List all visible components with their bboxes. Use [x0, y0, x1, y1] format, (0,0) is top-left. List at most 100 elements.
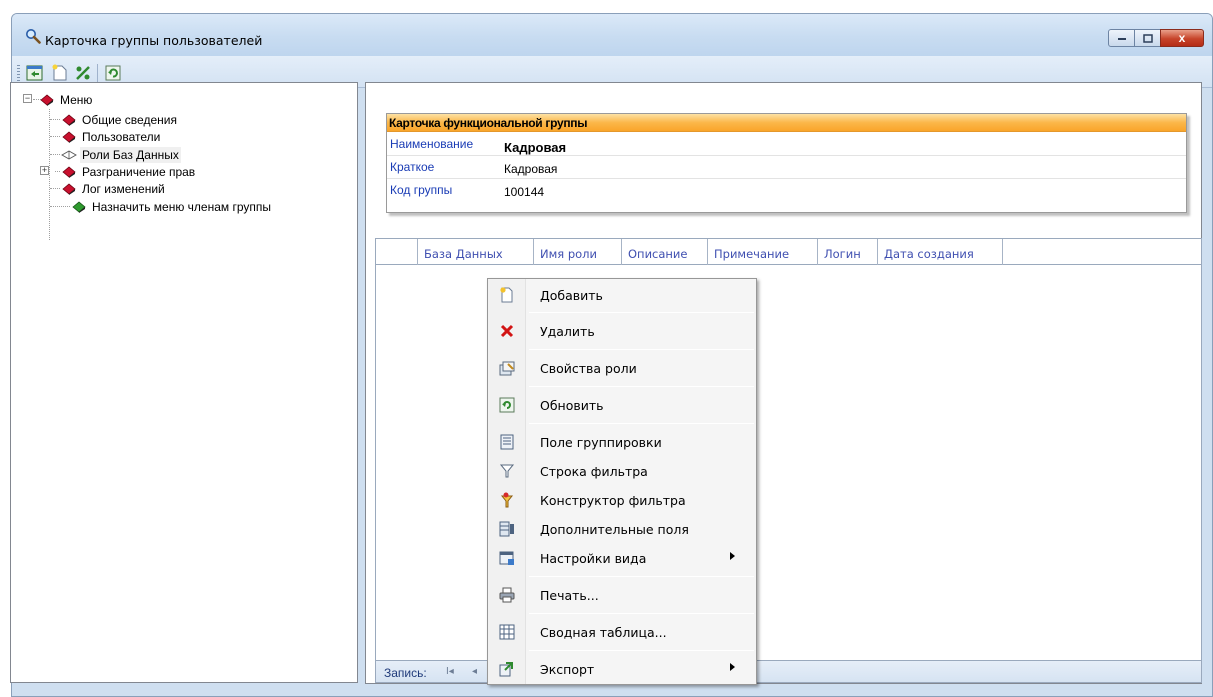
tree-item-label: Роли Баз Данных [80, 146, 181, 163]
tree-item-access-rights[interactable]: Разграничение прав [61, 163, 197, 180]
window-restore-icon[interactable] [26, 64, 44, 82]
tree-item-label: Разграничение прав [82, 164, 196, 179]
properties-icon [499, 361, 515, 376]
menu-item-label: Удалить [540, 324, 595, 339]
menu-item-export[interactable]: Экспорт [490, 656, 754, 682]
group-field-icon [500, 434, 514, 450]
grid-header: База Данных Имя роли Описание Примечание… [376, 239, 1201, 265]
menu-item-label: Печать... [540, 588, 599, 603]
column-header-note[interactable]: Примечание [708, 239, 818, 265]
tree-item-db-roles[interactable]: Роли Баз Данных [61, 146, 181, 163]
menu-item-label: Сводная таблица... [540, 625, 667, 640]
close-button[interactable]: x [1160, 29, 1204, 47]
group-card: Карточка функциональной группы Наименова… [386, 113, 1187, 213]
card-value-name: Кадровая [504, 140, 567, 155]
view-settings-icon [499, 551, 514, 565]
menu-item-refresh[interactable]: Обновить [490, 392, 754, 418]
prev-record-button[interactable]: ◂ [472, 666, 477, 677]
menu-item-label: Настройки вида [540, 551, 647, 566]
tree-collapse-button[interactable]: − [23, 94, 32, 103]
tree-guide-line [50, 188, 60, 189]
maximize-icon [1142, 33, 1153, 43]
menu-item-print[interactable]: Печать... [490, 582, 754, 608]
menu-item-add[interactable]: Добавить [490, 282, 754, 308]
tree-item-assign-menu[interactable]: Назначить меню членам группы [71, 198, 273, 215]
percent-icon[interactable] [74, 64, 92, 82]
menu-separator [529, 312, 754, 313]
extra-fields-icon [499, 521, 514, 537]
column-header-login[interactable]: Логин [818, 239, 878, 265]
menu-item-group-field[interactable]: Поле группировки [490, 429, 754, 455]
toolbar-separator [97, 64, 98, 82]
red-book-icon [62, 182, 76, 195]
first-record-button[interactable]: I◂ [446, 666, 454, 677]
menu-item-view-settings[interactable]: Настройки вида [490, 545, 754, 571]
column-header-created-date[interactable]: Дата создания [878, 239, 1003, 265]
tree-item-label: Общие сведения [82, 112, 177, 127]
card-header: Карточка функциональной группы [387, 114, 1186, 132]
context-menu: Добавить Удалить Свойства роли Обновить … [487, 278, 757, 685]
submenu-arrow-icon [730, 663, 735, 671]
card-label-short: Краткое [390, 160, 435, 174]
title-bar[interactable]: Карточка группы пользователей x [12, 14, 1212, 56]
menu-item-pivot-table[interactable]: Сводная таблица... [490, 619, 754, 645]
maximize-button[interactable] [1134, 29, 1161, 47]
navigation-tree-panel[interactable]: − + Меню Общие сведения Пользователи Рол… [10, 82, 358, 683]
expand-glyph: + [41, 165, 48, 175]
card-row-code: Код группы 100144 [387, 179, 1186, 202]
menu-item-role-properties[interactable]: Свойства роли [490, 355, 754, 381]
menu-item-label: Свойства роли [540, 361, 637, 376]
menu-item-label: Дополнительные поля [540, 522, 689, 537]
filter-icon [499, 464, 515, 478]
menu-separator [529, 650, 754, 651]
tree-guide-line [50, 154, 60, 155]
menu-item-label: Конструктор фильтра [540, 493, 686, 508]
refresh-icon [499, 397, 515, 413]
tree-item-menu[interactable]: Меню [39, 91, 94, 108]
green-book-icon [72, 200, 86, 213]
red-book-icon [62, 113, 76, 126]
card-row-name: Наименование Кадровая [387, 133, 1186, 156]
card-label-name: Наименование [390, 137, 474, 151]
tree-item-change-log[interactable]: Лог изменений [61, 180, 167, 197]
toolbar-grip[interactable] [17, 65, 20, 81]
menu-item-delete[interactable]: Удалить [490, 318, 754, 344]
tree-item-users[interactable]: Пользователи [61, 128, 162, 145]
tree-item-general-info[interactable]: Общие сведения [61, 111, 179, 128]
tree-item-label: Лог изменений [82, 181, 165, 196]
red-book-icon [40, 93, 54, 106]
menu-item-filter-builder[interactable]: Конструктор фильтра [490, 487, 754, 513]
menu-separator [529, 386, 754, 387]
menu-separator [529, 423, 754, 424]
delete-x-icon [500, 324, 514, 338]
column-header-description[interactable]: Описание [622, 239, 708, 265]
pivot-table-icon [499, 624, 515, 640]
tree-item-label: Меню [60, 92, 93, 107]
close-icon: x [1178, 31, 1186, 45]
window-controls: x [1108, 29, 1204, 47]
minimize-button[interactable] [1108, 29, 1135, 47]
menu-item-label: Экспорт [540, 662, 595, 677]
red-book-icon [62, 165, 76, 178]
tree-guide-line [50, 136, 60, 137]
record-label: Запись: [384, 666, 427, 680]
collapse-glyph: − [24, 93, 31, 103]
tree-expand-button[interactable]: + [40, 166, 49, 175]
minimize-icon [1117, 38, 1126, 40]
menu-item-label: Добавить [540, 288, 603, 303]
open-book-icon [61, 149, 77, 160]
menu-separator [529, 613, 754, 614]
window-title: Карточка группы пользователей [45, 33, 263, 48]
refresh-icon[interactable] [104, 64, 122, 82]
new-document-icon[interactable] [51, 64, 69, 82]
tree-guide-line [50, 206, 70, 207]
column-header-role-name[interactable]: Имя роли [534, 239, 622, 265]
menu-item-extra-fields[interactable]: Дополнительные поля [490, 516, 754, 542]
row-indicator-header[interactable] [376, 239, 418, 265]
submenu-arrow-icon [730, 552, 735, 560]
card-label-code: Код группы [390, 183, 453, 197]
column-header-database[interactable]: База Данных [418, 239, 534, 265]
menu-item-filter-row[interactable]: Строка фильтра [490, 458, 754, 484]
export-icon [499, 662, 513, 677]
tree-guide-line [49, 109, 50, 240]
